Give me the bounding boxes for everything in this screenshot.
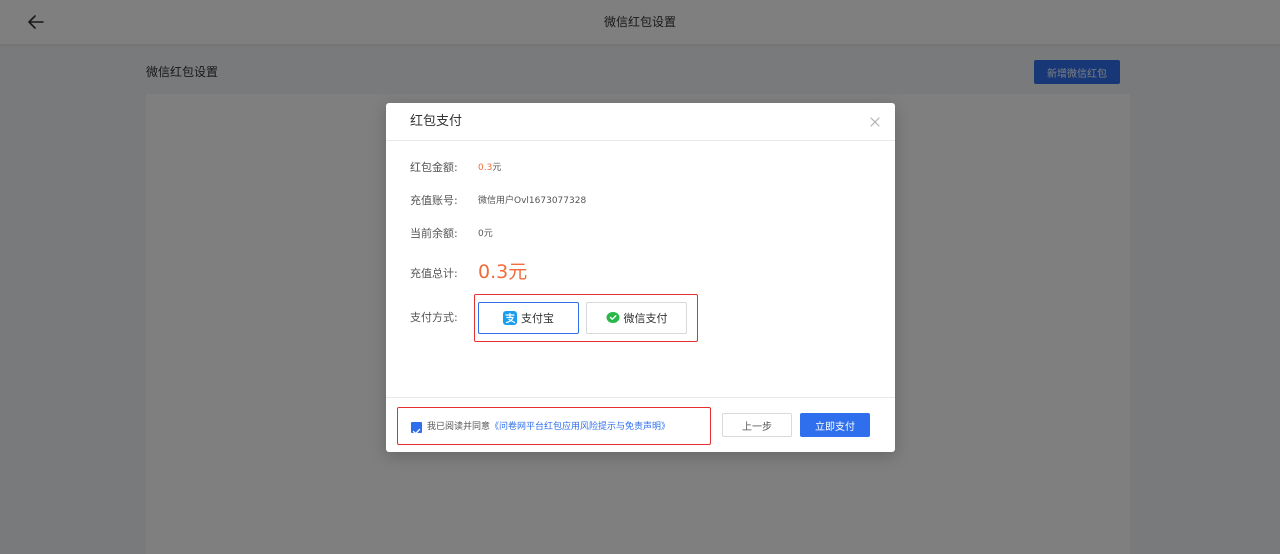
account-value: 微信用户Ovl1673077328	[478, 196, 587, 206]
modal-footer: 我已阅读并同意《问卷网平台红包应用风险提示与免责声明》 上一步 立即支付	[386, 397, 895, 453]
amount-label: 红包金额:	[410, 161, 458, 174]
agree-checkbox[interactable]	[411, 422, 422, 435]
pay-now-button[interactable]: 立即支付	[800, 413, 870, 437]
disclaimer-link[interactable]: 《问卷网平台红包应用风险提示与免责声明》	[490, 422, 670, 432]
payment-modal: 红包支付 红包金额: 0.3元 充值账号: 微信用户Ovl1673077328 …	[386, 103, 895, 452]
modal-title: 红包支付	[410, 114, 463, 129]
balance-value: 0元	[478, 229, 493, 239]
amount-unit: 元	[492, 163, 502, 173]
modal-header: 红包支付	[386, 103, 895, 141]
wechat-pay-icon	[606, 312, 619, 323]
balance-label: 当前余额:	[410, 227, 458, 240]
amount-value: 0.3	[478, 163, 493, 173]
close-icon	[870, 117, 880, 127]
previous-step-button[interactable]: 上一步	[722, 413, 792, 437]
amount-value-wrap: 0.3元	[478, 158, 501, 178]
alipay-label: 支付宝	[521, 312, 554, 325]
method-label: 支付方式:	[410, 311, 458, 324]
total-value: 0.3元	[478, 261, 528, 283]
total-label: 充值总计:	[410, 267, 458, 280]
agreement-text: 我已阅读并同意《问卷网平台红包应用风险提示与免责声明》	[427, 419, 670, 435]
agreement-prefix: 我已阅读并同意	[427, 422, 491, 432]
checkmark-icon	[412, 428, 421, 435]
alipay-option[interactable]: 支付宝	[478, 302, 579, 334]
page: 微信红包设置 微信红包设置 新增微信红包 红包支付 红包金额: 0.3元 充值账…	[0, 0, 1280, 554]
close-button[interactable]	[867, 115, 883, 131]
wechat-pay-label: 微信支付	[623, 312, 668, 325]
account-label: 充值账号:	[410, 194, 458, 207]
wechat-pay-option[interactable]: 微信支付	[586, 302, 687, 334]
alipay-icon	[503, 311, 517, 325]
